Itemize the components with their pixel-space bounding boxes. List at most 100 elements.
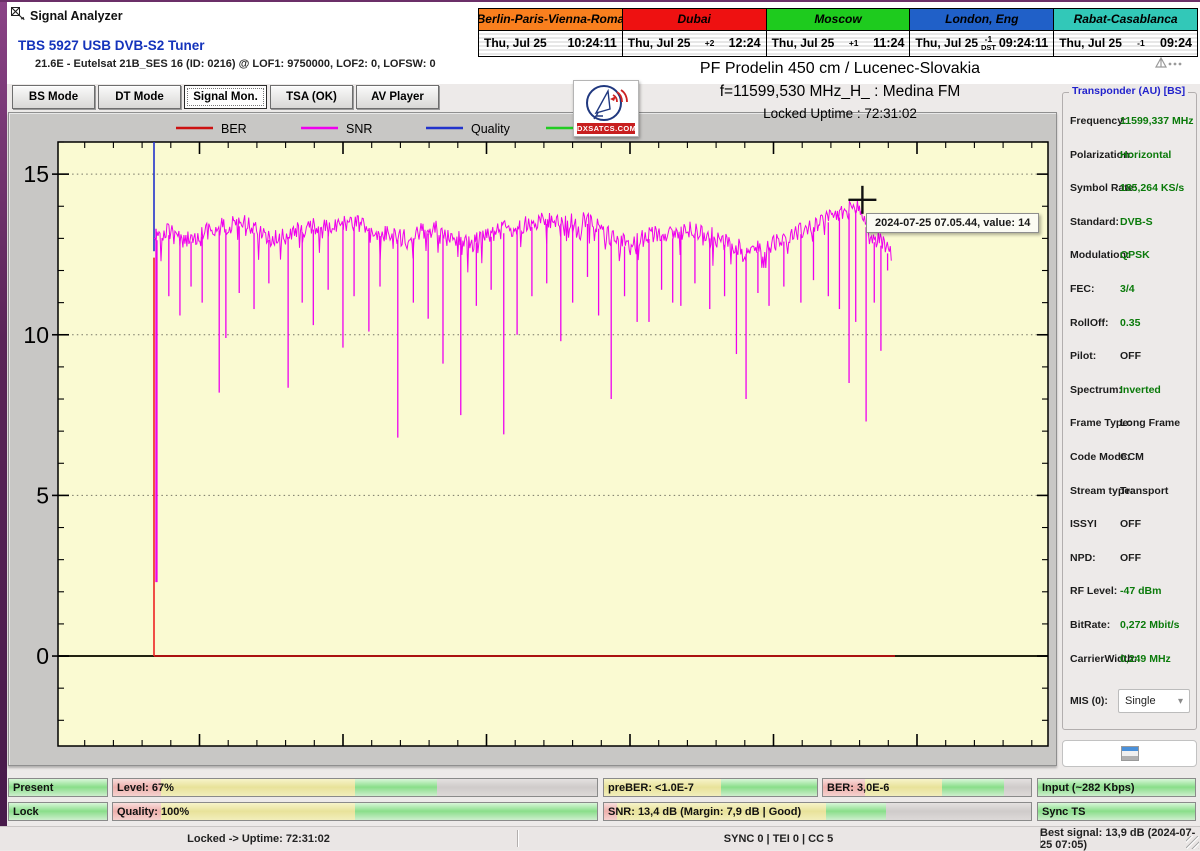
clock-city: Dubai: [622, 9, 766, 31]
window-title: Signal Analyzer: [30, 9, 123, 23]
field-value: 11599,337 MHz: [1120, 115, 1194, 127]
field-value: 3/4: [1120, 283, 1135, 295]
transponder-row: Spectrum: Inverted: [1063, 384, 1196, 398]
transponder-row: RollOff: 0.35: [1063, 317, 1196, 331]
bar-label: BER: 3,0E-6: [827, 781, 890, 794]
transponder-row: Modulation: QPSK: [1063, 249, 1196, 263]
clock-date: Thu, Jul 25: [915, 36, 979, 51]
transponder-row: NPD: OFF: [1063, 552, 1196, 566]
transponder-row: Code Mode: CCM: [1063, 451, 1196, 465]
tab-bs-mode[interactable]: BS Mode: [12, 85, 95, 109]
clock-city: London, Eng: [910, 9, 1054, 31]
field-value: 0,249 MHz: [1120, 652, 1171, 665]
field-value: 0,272 Mbit/s: [1120, 619, 1180, 631]
field-label: NPD:: [1070, 551, 1096, 564]
bar-segment-green: [354, 803, 597, 820]
transponder-row: FEC: 3/4: [1063, 283, 1196, 297]
clock-london-eng: London, Eng Thu, Jul 25 -1 DST 09:24:11: [910, 9, 1055, 56]
site-title: PF Prodelin 450 cm / Lucenec-Slovakia: [699, 60, 981, 77]
clock-utc-offset: +1: [848, 38, 859, 49]
status-best-signal: Best signal: 13,9 dB (2024-07-25 07:05): [1040, 826, 1196, 851]
field-value: OFF: [1120, 551, 1141, 564]
world-clocks: Berlin-Paris-Vienna-Roma Thu, Jul 25 10:…: [478, 8, 1198, 57]
mis-value: Single: [1125, 695, 1156, 707]
transponder-row: BitRate: 0,272 Mbit/s: [1063, 619, 1196, 633]
svg-text:0: 0: [36, 643, 49, 669]
transponder-row: Frame Type: Long Frame: [1063, 417, 1196, 431]
field-value: 185,264 KS/s: [1120, 182, 1185, 195]
transponder-row: Polarization: Horizontal: [1063, 149, 1196, 163]
bar-quality: Quality: 100%: [112, 802, 598, 821]
bar-label: Lock: [13, 805, 39, 818]
bar-segment-yellow: [161, 779, 355, 796]
field-value: DVB-S: [1120, 215, 1153, 228]
bar-segment-gray: [1003, 779, 1031, 796]
field-value: CCM: [1120, 451, 1144, 463]
mis-dropdown[interactable]: Single ▾: [1118, 689, 1190, 713]
transponder-panel-title: Transponder (AU) [BS]: [1069, 85, 1189, 97]
field-value: QPSK: [1120, 249, 1150, 262]
clock-city: Berlin-Paris-Vienna-Roma: [479, 9, 622, 31]
transponder-row: Symbol Rate: 185,264 KS/s: [1063, 182, 1196, 196]
tuner-details: 21.6E - Eutelsat 21B_SES 16 (ID: 0216) @…: [35, 58, 436, 70]
field-label: BitRate:: [1070, 619, 1111, 631]
signal-chart: 051015BERSNRQualityLevel: [23, 122, 1049, 747]
bar-label: Present: [13, 781, 54, 794]
field-value: 0.35: [1120, 316, 1141, 329]
clock-time: 09:24: [1160, 36, 1192, 51]
field-value: Transport: [1120, 484, 1169, 497]
field-label: ISSYI: [1070, 518, 1097, 531]
clock-moscow: Moscow Thu, Jul 25 +1 11:24: [766, 9, 911, 56]
field-label: RollOff:: [1070, 316, 1109, 329]
tab-dt-mode[interactable]: DT Mode: [98, 85, 181, 109]
bar-label: Sync TS: [1042, 805, 1086, 818]
transponder-row: Standard: DVB-S: [1063, 216, 1196, 230]
tab-tsa-ok-[interactable]: TSA (OK): [270, 85, 353, 109]
window-frame-left: [0, 0, 7, 850]
clock-rabat-casablanca: Rabat-Casablanca Thu, Jul 25 -1 09:24: [1054, 9, 1197, 56]
svg-text:15: 15: [23, 161, 49, 187]
signal-chart-panel: 051015BERSNRQualityLevel 2024-07-25 07.0…: [8, 112, 1057, 766]
clock-utc-offset: -1 DST: [980, 33, 996, 52]
mis-label: MIS (0):: [1070, 695, 1108, 707]
clock-date: Thu, Jul 25: [484, 36, 547, 51]
chevron-down-icon: ▾: [1177, 695, 1183, 707]
bar-input: Input (~282 Kbps): [1037, 778, 1196, 797]
field-value: -47 dBm: [1120, 585, 1162, 598]
field-value: Inverted: [1120, 383, 1161, 396]
field-label: Pilot:: [1070, 350, 1097, 363]
bar-segment-yellow: [161, 803, 355, 820]
bar-segment-gray: [885, 803, 1031, 820]
clock-dubai: Dubai Thu, Jul 25 +2 12:24: [622, 9, 767, 56]
field-value: OFF: [1120, 518, 1141, 531]
bar-ber: BER: 3,0E-6: [822, 778, 1032, 797]
clock-time: 12:24: [728, 36, 761, 51]
svg-text:SNR: SNR: [346, 122, 372, 136]
svg-text:5: 5: [36, 482, 49, 508]
bar-label: preBER: <1.0E-7: [608, 781, 694, 794]
status-uptime: Locked -> Uptime: 72:31:02: [187, 832, 330, 845]
transponder-row: Frequency: 11599,337 MHz: [1063, 115, 1196, 129]
bar-present: Present: [8, 778, 108, 797]
clock-date: Thu, Jul 25: [1059, 36, 1122, 51]
transponder-row: CarrierWidth: 0,249 MHz: [1063, 653, 1196, 667]
svg-text:BER: BER: [221, 122, 247, 136]
tab-av-player[interactable]: AV Player: [356, 85, 439, 109]
bar-segment-green: [721, 779, 817, 796]
bar-segment-green: [354, 779, 438, 796]
field-value: Horizontal: [1120, 148, 1172, 161]
clock-time: 09:24:11: [998, 36, 1049, 51]
stream-list-button[interactable]: [1062, 740, 1197, 767]
clock-city: Moscow: [766, 9, 910, 31]
bar-label: Quality: 100%: [117, 805, 190, 818]
transponder-row: Stream type: Transport: [1063, 485, 1196, 499]
logo-text: DXSATCS.COM: [577, 123, 637, 134]
bar-segment-green: [826, 803, 886, 820]
satellite-dish-icon: [10, 6, 26, 27]
field-label: RF Level:: [1070, 585, 1118, 598]
bar-segment-gray: [437, 779, 597, 796]
resize-grip[interactable]: [1186, 836, 1199, 849]
tab-signal-mon-[interactable]: Signal Mon.: [184, 85, 267, 109]
transponder-row: ISSYI OFF: [1063, 518, 1196, 532]
transponder-panel: Transponder (AU) [BS] Frequency: 11599,3…: [1062, 85, 1197, 730]
